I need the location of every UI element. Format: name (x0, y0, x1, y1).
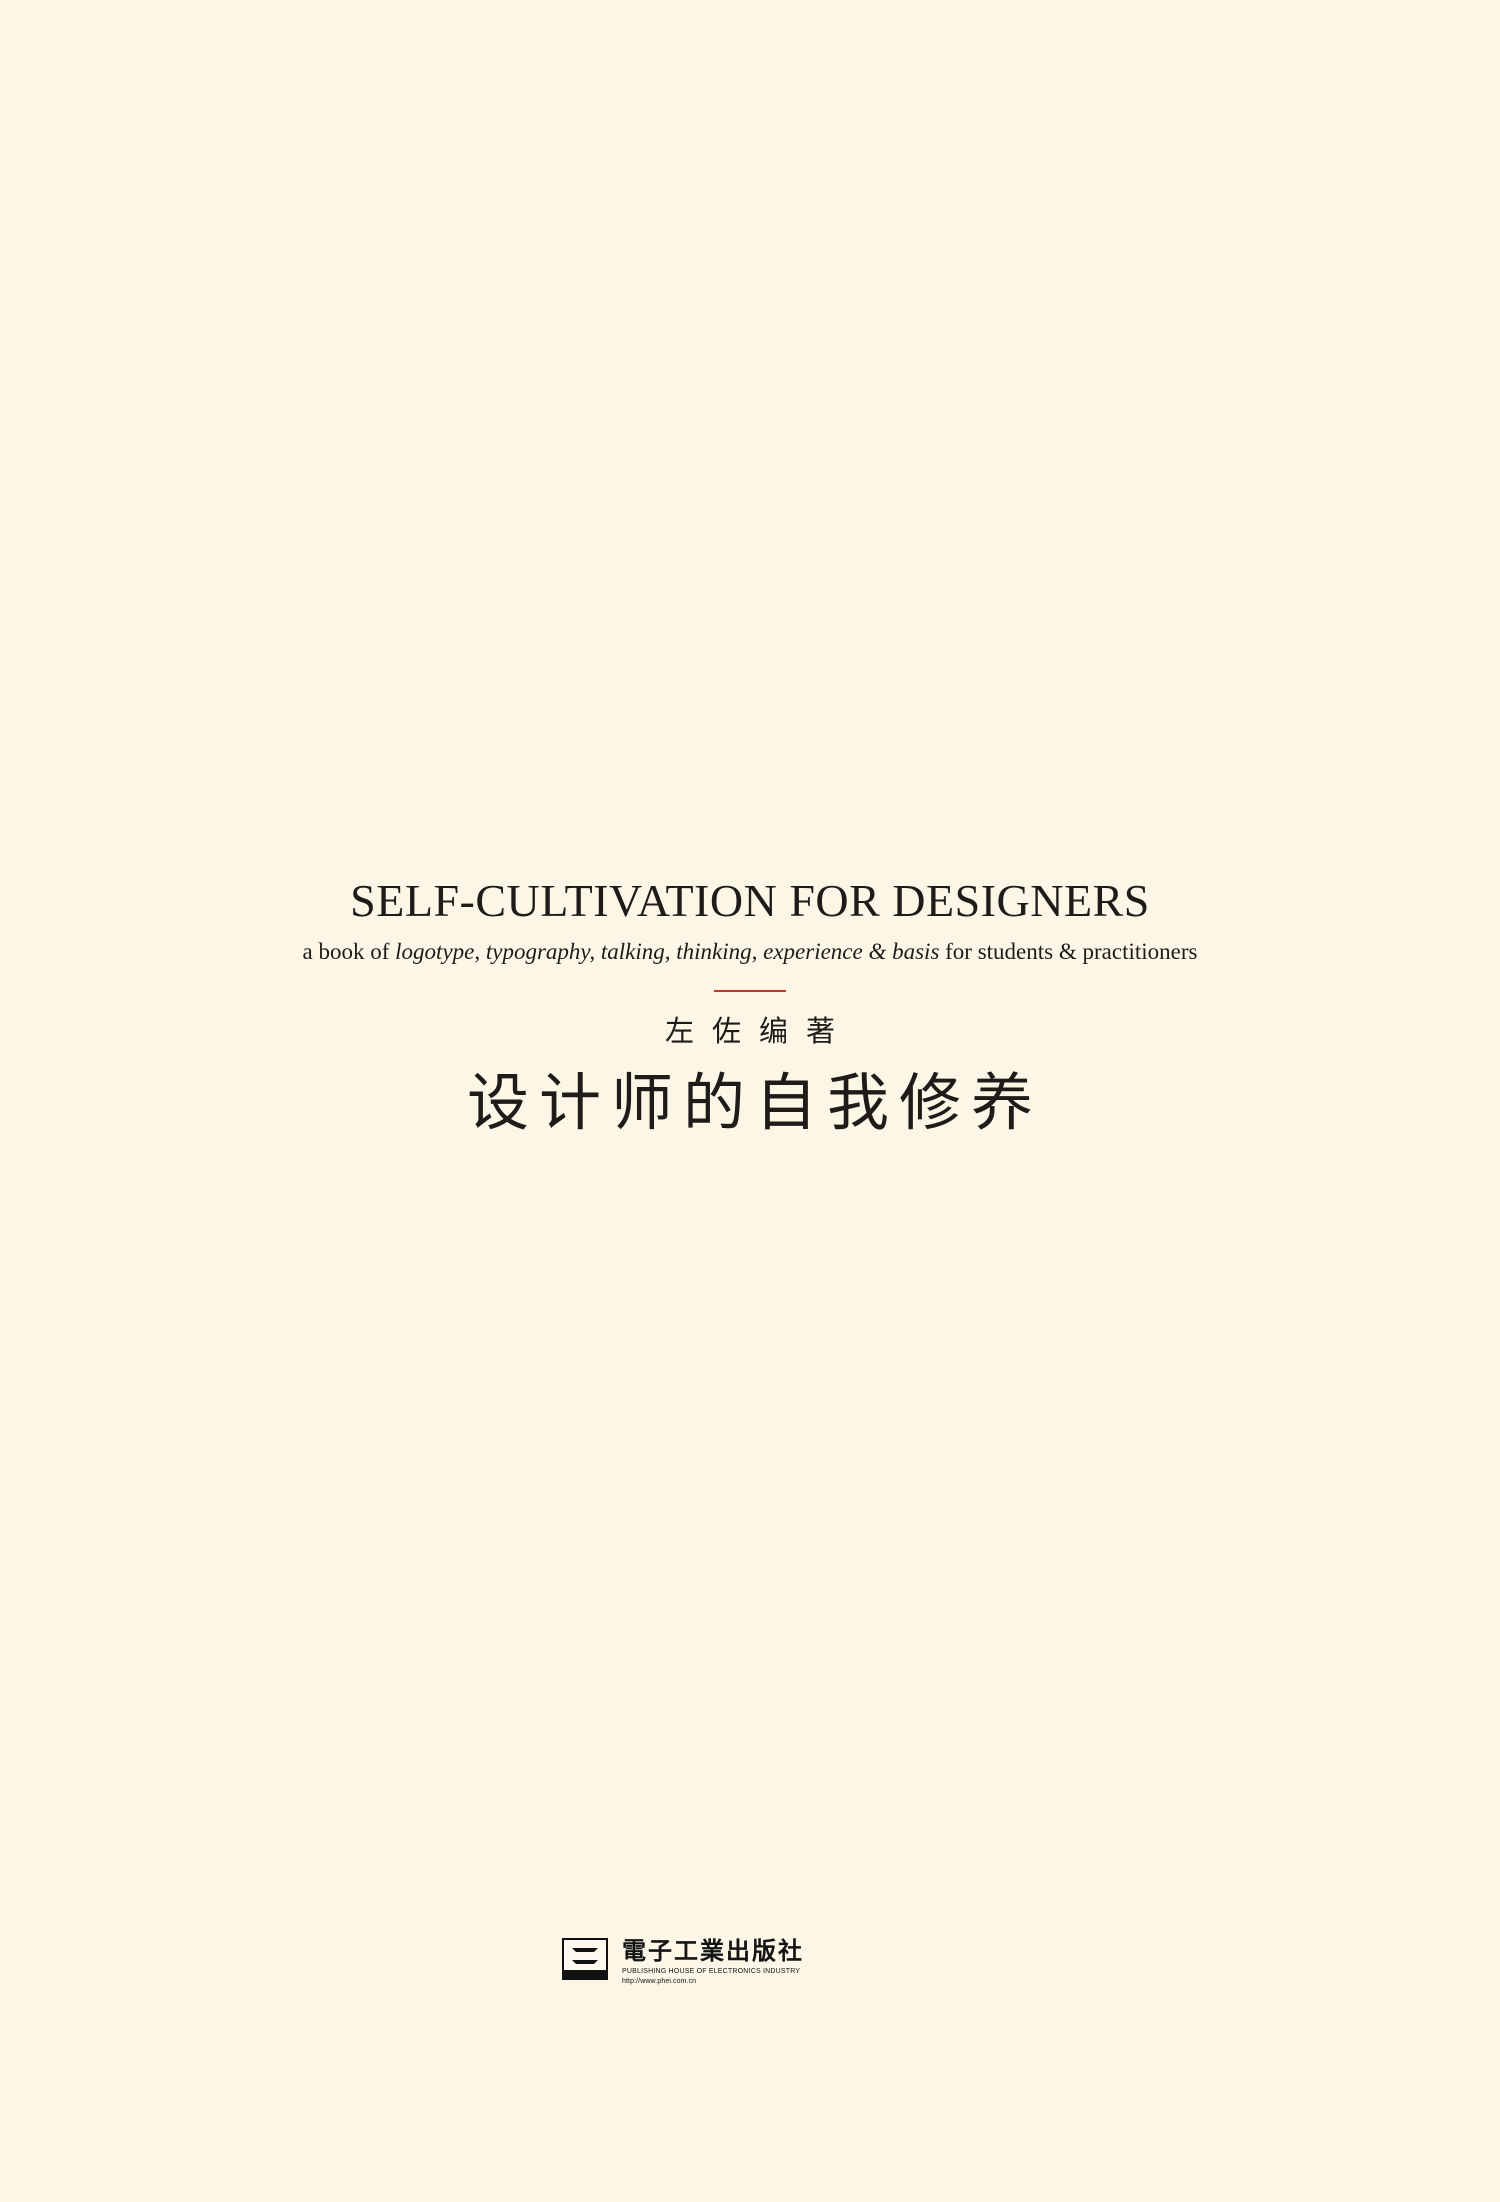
chinese-book-title: 设计师的自我修养 (466, 1066, 1043, 1140)
subtitle-prefix: a book of (302, 938, 396, 964)
book-title-block: SELF-CULTIVATION FOR DESIGNERS a book of… (0, 875, 1500, 1139)
publisher-logo (562, 1938, 608, 1980)
red-divider (714, 990, 786, 993)
publisher-logo-band (564, 1970, 606, 1978)
publisher-block: 電子工業出版社 PUBLISHING HOUSE OF ELECTRONICS … (562, 1936, 804, 1986)
publisher-url: http://www.phei.com.cn (622, 1978, 697, 1986)
subtitle-italic-terms: logotype, typography, talking, thinking,… (395, 938, 940, 964)
publisher-text: 電子工業出版社 PUBLISHING HOUSE OF ELECTRONICS … (622, 1936, 804, 1986)
english-subtitle: a book of logotype, typography, talking,… (0, 938, 1500, 966)
chinese-author-line: 左佐编著 (664, 1014, 853, 1049)
english-book-title: SELF-CULTIVATION FOR DESIGNERS (350, 875, 1150, 926)
subtitle-suffix: for students & practitioners (939, 938, 1198, 964)
publisher-name-english: PUBLISHING HOUSE OF ELECTRONICS INDUSTRY (622, 1968, 801, 1976)
publisher-name-chinese: 電子工業出版社 (622, 1936, 804, 1965)
